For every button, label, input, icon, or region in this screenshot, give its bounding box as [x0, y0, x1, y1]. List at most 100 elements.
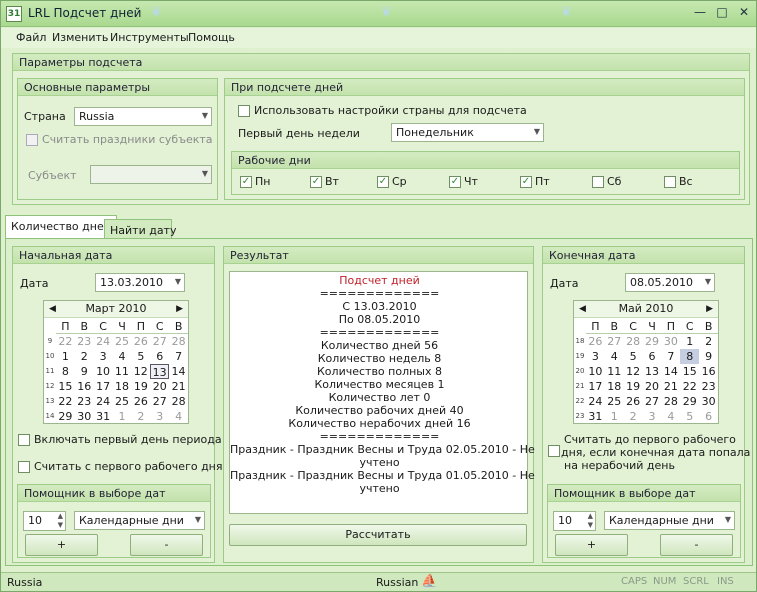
calendar-day[interactable]: 3 [150, 409, 169, 424]
start-plus-button[interactable]: + [25, 534, 98, 556]
calendar-day[interactable]: 24 [94, 394, 113, 409]
calendar-day[interactable]: 2 [131, 409, 150, 424]
calendar-day[interactable]: 23 [75, 334, 94, 349]
calendar-day[interactable]: 15 [680, 364, 699, 379]
calculate-button[interactable]: Рассчитать [229, 524, 527, 546]
calendar-day[interactable]: 27 [643, 394, 662, 409]
end-helper-mode-select[interactable]: Календарные дни ▼ [604, 511, 735, 530]
calendar-day[interactable]: 31 [586, 409, 605, 424]
from-first-workday-checkbox[interactable] [18, 461, 30, 473]
workday-checkbox-0[interactable]: ✓ [240, 176, 252, 188]
calendar-day[interactable]: 11 [113, 364, 132, 379]
calendar-day[interactable]: 16 [75, 379, 94, 394]
stepper-arrows-icon[interactable]: ▲ ▼ [58, 512, 63, 530]
calendar-day[interactable]: 23 [75, 394, 94, 409]
calendar-day[interactable]: 7 [661, 349, 680, 364]
calendar-day[interactable]: 1 [605, 409, 624, 424]
calendar-day[interactable]: 4 [605, 349, 624, 364]
calendar-day[interactable]: 12 [131, 364, 150, 379]
calendar-day[interactable]: 29 [643, 334, 662, 349]
start-date-picker[interactable]: 13.03.2010 ▼ [95, 273, 185, 292]
tab-count-days[interactable]: Количество дней [5, 215, 117, 239]
end-calendar[interactable]: ◀ Май 2010 ▶ П В С Ч П С В 18 26 27 28 29 30 1 2 19 3 4 5 6… [573, 300, 719, 424]
end-date-picker[interactable]: 08.05.2010 ▼ [625, 273, 715, 292]
calendar-day[interactable]: 5 [131, 349, 150, 364]
calendar-day[interactable]: 7 [169, 349, 188, 364]
calendar-day[interactable]: 3 [586, 349, 605, 364]
calendar-day[interactable]: 2 [624, 409, 643, 424]
calendar-day[interactable]: 25 [113, 394, 132, 409]
calendar-day[interactable]: 22 [680, 379, 699, 394]
calendar-day[interactable]: 1 [56, 349, 75, 364]
stepper-arrows-icon[interactable]: ▲ ▼ [588, 512, 593, 530]
calendar-day[interactable]: 1 [680, 334, 699, 349]
calendar-day[interactable]: 30 [75, 409, 94, 424]
calendar-day[interactable]: 22 [56, 334, 75, 349]
first-day-select[interactable]: Понедельник ▼ [391, 123, 544, 142]
calendar-day[interactable]: 19 [624, 379, 643, 394]
maximize-icon[interactable]: □ [713, 5, 731, 21]
calendar-day[interactable]: 27 [150, 394, 169, 409]
start-helper-count-stepper[interactable]: 10 ▲ ▼ [23, 511, 66, 531]
calendar-day[interactable]: 29 [56, 409, 75, 424]
start-minus-button[interactable]: - [130, 534, 203, 556]
calendar-day[interactable]: 9 [75, 364, 94, 379]
calendar-day[interactable]: 18 [113, 379, 132, 394]
next-month-icon[interactable]: ▶ [176, 301, 183, 317]
calendar-day[interactable]: 26 [624, 394, 643, 409]
workday-checkbox-4[interactable]: ✓ [520, 176, 532, 188]
workday-checkbox-3[interactable]: ✓ [449, 176, 461, 188]
calendar-day[interactable]: 5 [624, 349, 643, 364]
calendar-day[interactable]: 4 [169, 409, 188, 424]
calendar-day[interactable]: 26 [131, 394, 150, 409]
calendar-day[interactable]: 10 [586, 364, 605, 379]
calendar-day[interactable]: 28 [624, 334, 643, 349]
workday-checkbox-1[interactable]: ✓ [310, 176, 322, 188]
calendar-day[interactable]: 8 [56, 364, 75, 379]
calendar-day[interactable]: 25 [113, 334, 132, 349]
calendar-day[interactable]: 6 [699, 409, 718, 424]
calendar-day[interactable]: 3 [94, 349, 113, 364]
prev-month-icon[interactable]: ◀ [49, 301, 56, 317]
calendar-day[interactable]: 29 [680, 394, 699, 409]
end-minus-button[interactable]: - [660, 534, 733, 556]
to-first-workday-checkbox[interactable] [548, 445, 560, 457]
calendar-day[interactable]: 13 [150, 364, 170, 379]
menu-help[interactable]: Помощь [188, 31, 235, 44]
calendar-day[interactable]: 12 [624, 364, 643, 379]
menu-tools[interactable]: Инструменты [110, 31, 189, 44]
calendar-day[interactable]: 19 [131, 379, 150, 394]
calendar-day[interactable]: 28 [169, 334, 188, 349]
start-helper-mode-select[interactable]: Календарные дни ▼ [74, 511, 205, 530]
calendar-day[interactable]: 17 [94, 379, 113, 394]
calendar-day[interactable]: 31 [94, 409, 113, 424]
calendar-day[interactable]: 13 [643, 364, 662, 379]
calendar-day[interactable]: 2 [699, 334, 718, 349]
close-icon[interactable]: ✕ [735, 5, 753, 21]
use-country-settings-checkbox[interactable] [238, 105, 250, 117]
calendar-day[interactable]: 14 [661, 364, 680, 379]
calendar-day[interactable]: 26 [586, 334, 605, 349]
menu-edit[interactable]: Изменить [52, 31, 108, 44]
calendar-day[interactable]: 15 [56, 379, 75, 394]
calendar-day[interactable]: 6 [150, 349, 169, 364]
workday-checkbox-6[interactable] [664, 176, 676, 188]
calendar-day[interactable]: 11 [605, 364, 624, 379]
calendar-day[interactable]: 1 [113, 409, 132, 424]
calendar-day[interactable]: 26 [131, 334, 150, 349]
calendar-day[interactable]: 8 [680, 349, 700, 364]
calendar-day[interactable]: 28 [169, 394, 188, 409]
calendar-day[interactable]: 30 [661, 334, 680, 349]
calendar-day[interactable]: 30 [699, 394, 718, 409]
country-select[interactable]: Russia ▼ [74, 107, 212, 126]
calendar-day[interactable]: 21 [661, 379, 680, 394]
include-first-day-checkbox[interactable] [18, 434, 30, 446]
calendar-day[interactable]: 18 [605, 379, 624, 394]
calendar-day[interactable]: 24 [94, 334, 113, 349]
calendar-day[interactable]: 16 [699, 364, 718, 379]
end-helper-count-stepper[interactable]: 10 ▲ ▼ [553, 511, 596, 531]
calendar-day[interactable]: 5 [680, 409, 699, 424]
calendar-day[interactable]: 2 [75, 349, 94, 364]
end-plus-button[interactable]: + [555, 534, 628, 556]
calendar-day[interactable]: 27 [605, 334, 624, 349]
